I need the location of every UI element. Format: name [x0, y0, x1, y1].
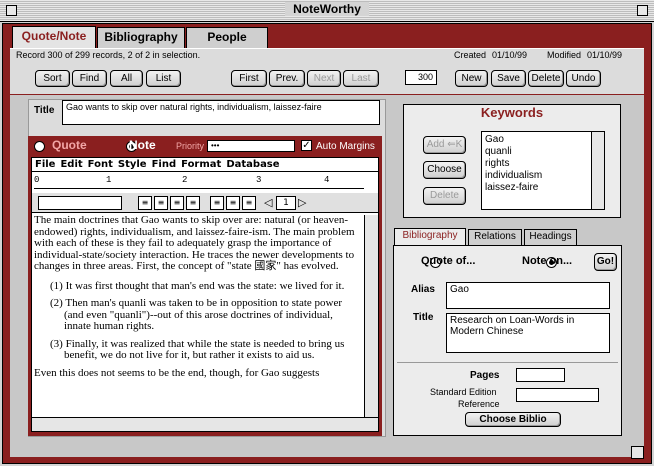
editor-vertical-scrollbar[interactable] [364, 215, 378, 419]
menu-font[interactable]: Font [88, 159, 113, 170]
menu-find[interactable]: Find [152, 159, 177, 170]
justify-icon[interactable]: ≡ [186, 196, 200, 210]
note-list-item: (1) It was first thought that man's end … [50, 279, 345, 292]
align-right-icon[interactable]: ≡ [170, 196, 184, 210]
menu-file[interactable]: File [35, 159, 55, 170]
note-list-item: (3) Finally, it was realized that while … [50, 337, 345, 361]
pages-label: Pages [470, 370, 500, 381]
menu-style[interactable]: Style [118, 159, 147, 170]
editor-menubar: File Edit Font Style Find Format Database [32, 158, 378, 172]
title-label: Title [34, 105, 55, 116]
list-item[interactable]: rights [485, 158, 601, 170]
undo-button[interactable]: Undo [566, 70, 601, 87]
find-button[interactable]: Find [72, 70, 107, 87]
keywords-list[interactable]: Gao quanli rights individualism laissez-… [481, 131, 605, 210]
last-button[interactable]: Last [343, 70, 379, 87]
keywords-scrollbar[interactable] [591, 132, 604, 209]
note-paragraph: Even this does not seems to be the end, … [34, 366, 320, 379]
created-value: 01/10/99 [492, 50, 528, 60]
note-radio-label: Note [129, 138, 156, 152]
menu-database[interactable]: Database [226, 159, 279, 170]
window-titlebar[interactable]: NoteWorthy [0, 0, 654, 22]
page-number-field[interactable]: 1 [276, 196, 296, 210]
choose-keyword-button[interactable]: Choose [423, 161, 466, 179]
menu-format[interactable]: Format [181, 159, 221, 170]
page-prev-icon[interactable]: ◁ [264, 196, 272, 209]
format-toolbar: ≡ ≡ ≡ ≡ ≡ ≡ ≡ ◁ 1 ▷ [32, 193, 378, 213]
std-ref-label-2: Reference [458, 399, 500, 409]
zoom-box[interactable] [637, 5, 648, 16]
std-ref-label-1: Standard Edition [430, 387, 497, 397]
close-box[interactable] [6, 5, 17, 16]
divider [397, 362, 618, 363]
modified-value: 01/10/99 [587, 50, 623, 60]
keywords-title: Keywords [480, 105, 544, 120]
align-center-icon[interactable]: ≡ [154, 196, 168, 210]
ruler-mark: 1 [106, 175, 112, 185]
page-next-icon[interactable]: ▷ [298, 196, 306, 209]
list-item[interactable]: laissez-faire [485, 182, 601, 194]
sort-button[interactable]: Sort [35, 70, 70, 87]
next-button[interactable]: Next [307, 70, 341, 87]
single-space-icon[interactable]: ≡ [210, 196, 224, 210]
choose-biblio-button[interactable]: Choose Biblio [465, 412, 561, 427]
modified-label: Modified [547, 50, 582, 60]
created-label: Created [454, 50, 487, 60]
list-item[interactable]: quanli [485, 146, 601, 158]
save-button[interactable]: Save [491, 70, 526, 87]
all-button[interactable]: All [110, 70, 143, 87]
subtab-headings[interactable]: Headings [524, 229, 577, 245]
title-bib-label: Title [413, 312, 434, 323]
ruler-mark: 2 [182, 175, 188, 185]
note-editor[interactable]: File Edit Font Style Find Format Database 0 1 … [31, 157, 379, 432]
font-popup[interactable] [38, 196, 122, 210]
pages-field[interactable] [516, 368, 565, 382]
quote-of-label: Quote of... [421, 255, 476, 267]
add-keyword-button[interactable]: Add ⇐K [423, 136, 466, 154]
tab-bibliography[interactable]: Bibliography [97, 27, 185, 48]
ruler[interactable]: 0 1 2 3 4 [34, 175, 364, 189]
list-button[interactable]: List [146, 70, 181, 87]
first-button[interactable]: First [231, 70, 267, 87]
prev-button[interactable]: Prev. [269, 70, 305, 87]
note-list-item: (2) Then man's quanli was taken to be in… [50, 297, 342, 332]
list-item[interactable]: individualism [485, 170, 601, 182]
menu-edit[interactable]: Edit [60, 159, 82, 170]
delete-button[interactable]: Delete [528, 70, 564, 87]
subtab-relations[interactable]: Relations [468, 229, 522, 245]
priority-field[interactable]: ••• [207, 140, 295, 152]
note-text[interactable]: The main doctrines that Gao wants to ski… [34, 215, 362, 415]
bib-title-field[interactable]: Research on Loan-Words in Modern Chinese [446, 313, 610, 353]
note-on-label: Note on... [522, 255, 573, 267]
record-number-field[interactable]: 300 [405, 70, 437, 85]
new-button[interactable]: New [455, 70, 488, 87]
window-title: NoteWorthy [285, 2, 369, 16]
alias-label: Alias [411, 284, 435, 295]
priority-label: Priority [176, 141, 205, 151]
subtab-bibliography[interactable]: Bibliography [394, 228, 466, 246]
align-left-icon[interactable]: ≡ [138, 196, 152, 210]
auto-margins-label: Auto Margins [316, 141, 375, 152]
tab-quote-note[interactable]: Quote/Note [12, 26, 96, 49]
list-item[interactable]: Gao [485, 134, 601, 146]
alias-field[interactable]: Gao [446, 282, 610, 309]
ruler-mark: 0 [34, 175, 40, 185]
ruler-mark: 3 [256, 175, 262, 185]
title-field[interactable]: Gao wants to skip over natural rights, i… [62, 100, 380, 125]
record-info: Record 300 of 299 records, 2 of 2 in sel… [16, 50, 201, 60]
delete-keyword-button[interactable]: Delete [423, 187, 466, 205]
ruler-mark: 4 [324, 175, 330, 185]
editor-horizontal-scrollbar[interactable] [32, 417, 378, 431]
quote-radio-label: Quote [52, 138, 87, 152]
go-button[interactable]: Go! [594, 253, 617, 271]
one-half-space-icon[interactable]: ≡ [226, 196, 240, 210]
note-paragraph: The main doctrines that Gao wants to ski… [34, 215, 355, 272]
auto-margins-checkbox[interactable]: ✓ [301, 140, 312, 151]
std-ref-field[interactable] [516, 388, 599, 402]
double-space-icon[interactable]: ≡ [242, 196, 256, 210]
quote-radio[interactable] [34, 141, 45, 152]
tab-people[interactable]: People [186, 27, 268, 48]
resize-grip[interactable] [631, 446, 644, 459]
